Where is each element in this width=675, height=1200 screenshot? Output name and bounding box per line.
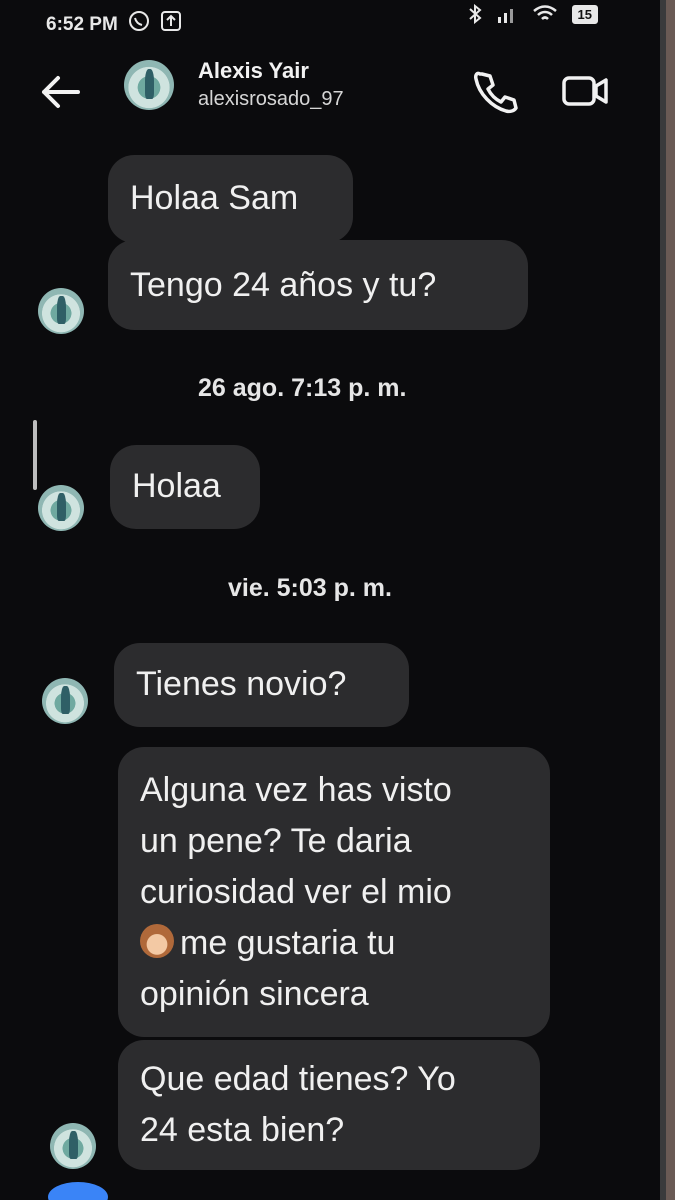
message-line: Holaa <box>132 467 221 505</box>
message-bubble[interactable]: Tengo 24 años y tu? <box>108 240 528 330</box>
message-line: me gustaria tu <box>180 924 396 962</box>
monkey-covering-eyes-icon <box>140 924 174 958</box>
timestamp: vie. 5:03 p. m. <box>228 574 392 602</box>
message-line: un pene? Te daria <box>140 822 412 860</box>
scroll-marker <box>33 420 37 490</box>
message-line: opinión sincera <box>140 975 369 1013</box>
status-icons: 15 <box>468 4 598 24</box>
signal-icon <box>497 9 513 23</box>
status-bar: 6:52 PM 15 <box>0 0 660 44</box>
sender-avatar[interactable] <box>50 1123 96 1169</box>
wifi-icon <box>532 5 557 20</box>
message-line: 24 esta bien? <box>140 1111 345 1149</box>
composer-camera-button[interactable] <box>48 1182 108 1200</box>
message-line-with-emoji: me gustaria tu <box>140 918 528 969</box>
timestamp: 26 ago. 7:13 p. m. <box>198 374 407 402</box>
message-bubble[interactable]: Que edad tienes? Yo 24 esta bien? <box>118 1040 540 1170</box>
message-bubble[interactable]: Holaa <box>110 445 260 529</box>
phone-icon[interactable] <box>470 66 520 116</box>
sender-avatar[interactable] <box>38 288 84 334</box>
bluetooth-icon <box>468 4 482 24</box>
message-line: Que edad tienes? Yo <box>140 1060 456 1098</box>
message-line: Holaa Sam <box>130 179 299 217</box>
status-time: 6:52 PM <box>46 14 118 35</box>
message-line: Tienes novio? <box>136 665 347 703</box>
message-bubble[interactable]: Alguna vez has visto un pene? Te daria c… <box>118 747 550 1037</box>
phone-screen: 6:52 PM 15 Alexis Yair alexisrosado_97 H… <box>0 0 666 1200</box>
sender-avatar[interactable] <box>42 678 88 724</box>
contact-username[interactable]: alexisrosado_97 <box>198 88 344 111</box>
message-bubble[interactable]: Holaa Sam <box>108 155 353 243</box>
message-line: Alguna vez has visto <box>140 771 452 809</box>
whatsapp-icon <box>129 11 149 31</box>
video-icon[interactable] <box>560 66 610 116</box>
message-bubble[interactable]: Tienes novio? <box>114 643 409 727</box>
upload-icon <box>161 11 181 31</box>
contact-avatar[interactable] <box>124 60 174 110</box>
message-line: curiosidad ver el mio <box>140 873 452 911</box>
back-arrow-icon[interactable] <box>38 72 82 112</box>
battery-icon: 15 <box>571 4 598 24</box>
message-line: Tengo 24 años y tu? <box>130 266 437 304</box>
contact-name[interactable]: Alexis Yair <box>198 58 309 84</box>
sender-avatar[interactable] <box>38 485 84 531</box>
chat-header: Alexis Yair alexisrosado_97 <box>0 44 660 134</box>
